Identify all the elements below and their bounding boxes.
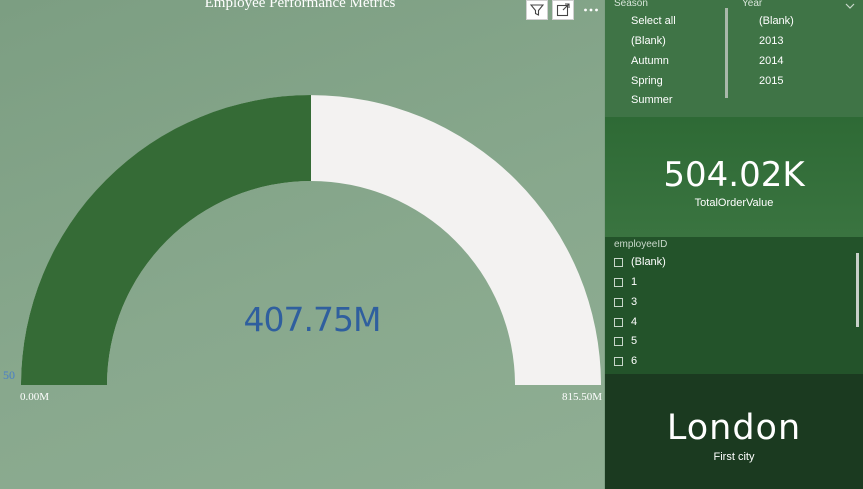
city-label: First city xyxy=(713,451,755,463)
focus-mode-button[interactable] xyxy=(552,0,574,20)
slicer-item-label: 2015 xyxy=(759,75,784,87)
slicer-item-label: 3 xyxy=(631,296,638,308)
year-slicer-header: Year xyxy=(742,0,763,9)
total-order-value-card: 504.02K TotalOrderValue xyxy=(605,117,863,237)
slicer-item-label: 4 xyxy=(631,316,638,328)
gauge-chart xyxy=(21,95,601,386)
checkbox[interactable] xyxy=(742,57,751,66)
checkbox[interactable] xyxy=(614,336,623,346)
city-value: London xyxy=(666,408,802,448)
checkbox[interactable] xyxy=(742,77,751,86)
season-year-slicer-panel: Season Select all (Blank) Autumn Spring … xyxy=(605,0,863,117)
employee-slicer-header: employeeID xyxy=(614,239,668,250)
checkbox[interactable] xyxy=(614,277,623,287)
slicer-item-label: Spring xyxy=(631,75,663,87)
employee-item-3[interactable]: 3 xyxy=(614,296,637,308)
employee-id-slicer: employeeID (Blank) 1 3 4 5 6 xyxy=(605,237,863,374)
more-options-icon xyxy=(584,8,598,12)
checkbox[interactable] xyxy=(614,37,623,46)
visual-header-toolbar xyxy=(526,0,604,20)
season-item-summer[interactable]: Summer xyxy=(614,94,673,106)
slicer-item-label: 1 xyxy=(631,276,638,288)
gauge-target-label: 50 xyxy=(3,368,15,382)
first-city-card: London First city xyxy=(605,374,863,489)
kpi-value: 504.02K xyxy=(663,155,805,195)
gauge-min-label: 0.00M xyxy=(20,391,50,403)
employee-item-blank[interactable]: (Blank) xyxy=(614,256,666,268)
slicer-item-label: Summer xyxy=(631,94,673,106)
season-item-spring[interactable]: Spring xyxy=(614,75,663,87)
slicer-item-label: (Blank) xyxy=(631,256,666,268)
slicer-item-label: 2014 xyxy=(759,55,784,67)
filter-icon xyxy=(530,4,544,16)
checkbox[interactable] xyxy=(614,356,623,366)
gauge-visual[interactable]: Employee Performance Metrics 407.75M 50 … xyxy=(0,0,604,489)
year-item-2014[interactable]: 2014 xyxy=(742,55,783,67)
season-item-select-all[interactable]: Select all xyxy=(614,15,676,27)
checkbox[interactable] xyxy=(614,77,623,86)
slicer-item-label: Autumn xyxy=(631,55,669,67)
gauge-max-label: 815.50M xyxy=(562,391,603,403)
season-slicer-header: Season xyxy=(614,0,648,9)
more-options-button[interactable] xyxy=(578,0,604,20)
employee-item-1[interactable]: 1 xyxy=(614,276,637,288)
checkbox[interactable] xyxy=(742,37,751,46)
employee-item-4[interactable]: 4 xyxy=(614,316,637,328)
season-item-blank[interactable]: (Blank) xyxy=(614,35,666,47)
gauge-fill xyxy=(21,95,311,385)
slicer-item-label: 2013 xyxy=(759,35,784,47)
season-item-autumn[interactable]: Autumn xyxy=(614,55,669,67)
checkbox[interactable] xyxy=(614,96,623,105)
year-item-blank[interactable]: (Blank) xyxy=(742,15,794,27)
employee-item-6[interactable]: 6 xyxy=(614,355,637,367)
year-item-2015[interactable]: 2015 xyxy=(742,75,783,87)
checkbox[interactable] xyxy=(614,257,623,267)
kpi-label: TotalOrderValue xyxy=(694,197,774,209)
slicer-item-label: Select all xyxy=(631,15,676,27)
checkbox[interactable] xyxy=(742,17,751,26)
slicer-item-label: (Blank) xyxy=(759,15,794,27)
checkbox[interactable] xyxy=(614,17,623,26)
slicer-item-label: 5 xyxy=(631,335,638,347)
checkbox[interactable] xyxy=(614,317,623,327)
checkbox[interactable] xyxy=(614,297,623,307)
season-scrollbar[interactable] xyxy=(725,8,728,98)
year-item-2013[interactable]: 2013 xyxy=(742,35,783,47)
filter-button[interactable] xyxy=(526,0,548,20)
focus-mode-icon xyxy=(556,3,570,17)
chevron-down-icon[interactable] xyxy=(845,2,855,10)
slicer-item-label: (Blank) xyxy=(631,35,666,47)
slicer-item-label: 6 xyxy=(631,355,638,367)
employee-scrollbar[interactable] xyxy=(856,253,859,327)
gauge-value: 407.75M xyxy=(243,300,382,339)
employee-item-5[interactable]: 5 xyxy=(614,335,637,347)
checkbox[interactable] xyxy=(614,57,623,66)
